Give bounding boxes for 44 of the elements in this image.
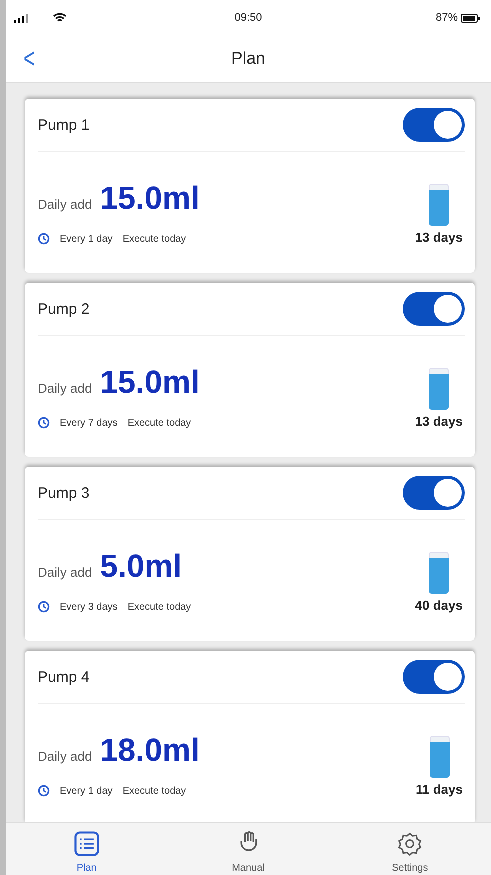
execute-text: Execute today xyxy=(128,602,192,612)
battery-percent: 87% xyxy=(436,12,458,24)
list-icon xyxy=(72,831,102,857)
days-remaining: 40 days xyxy=(415,598,463,613)
toggle-switch[interactable] xyxy=(403,108,465,142)
amount-label: Daily add xyxy=(38,381,92,396)
schedule-text: Every 3 days xyxy=(60,602,118,612)
tab[interactable]: Manual xyxy=(168,823,330,875)
status-time: 09:50 xyxy=(234,12,262,24)
tab[interactable]: Plan xyxy=(6,823,168,875)
schedule-text: Every 1 day xyxy=(60,234,113,244)
toggle-switch[interactable] xyxy=(403,476,465,510)
days-remaining: 13 days xyxy=(415,414,463,429)
pump-name: Pump 3 xyxy=(38,484,90,502)
settings-icon xyxy=(396,831,424,857)
dose-amount: 15.0ml xyxy=(100,180,200,217)
pump-name: Pump 2 xyxy=(38,300,90,318)
amount-label: Daily add xyxy=(38,197,92,212)
clock-icon xyxy=(38,785,50,797)
dose-amount: 5.0ml xyxy=(100,548,182,585)
dose-amount: 15.0ml xyxy=(100,364,200,401)
toggle-switch[interactable] xyxy=(403,292,465,326)
pump-name: Pump 4 xyxy=(38,668,90,686)
amount-label: Daily add xyxy=(38,749,92,764)
execute-text: Execute today xyxy=(122,234,186,244)
signal-icon xyxy=(14,14,28,22)
battery-icon xyxy=(461,14,481,22)
tab[interactable]: Settings xyxy=(329,823,491,875)
toggle-switch[interactable] xyxy=(403,660,465,694)
clock-icon xyxy=(38,601,50,613)
pump-name: Pump 1 xyxy=(38,116,90,134)
days-remaining: 11 days xyxy=(416,782,463,797)
amount-label: Daily add xyxy=(38,565,92,580)
page-title: Plan xyxy=(231,49,266,68)
clock-icon xyxy=(38,417,50,429)
schedule-text: Every 7 days xyxy=(60,418,118,428)
wifi-icon xyxy=(53,13,67,23)
back-button[interactable]: < xyxy=(11,43,36,75)
clock-icon xyxy=(38,233,50,245)
execute-text: Execute today xyxy=(122,786,186,796)
schedule-text: Every 1 day xyxy=(60,786,113,796)
execute-text: Execute today xyxy=(128,418,192,428)
dose-amount: 18.0ml xyxy=(100,732,200,769)
days-remaining: 13 days xyxy=(415,230,463,245)
